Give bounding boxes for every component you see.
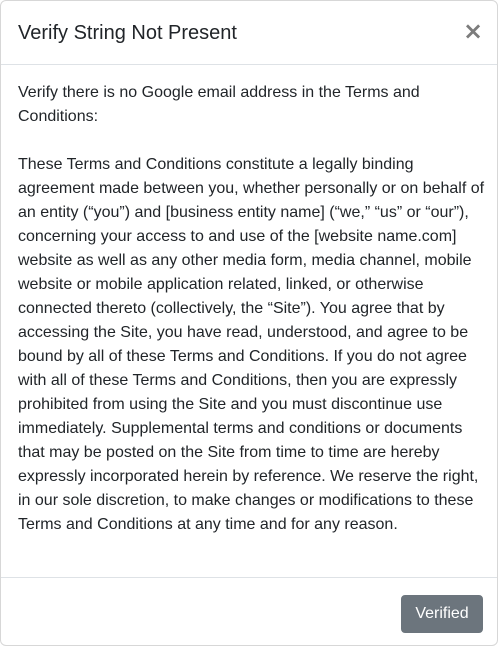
close-button[interactable]: × (462, 17, 484, 45)
instruction-text: Verify there is no Google email address … (18, 84, 420, 125)
modal-body: Verify there is no Google email address … (18, 81, 488, 537)
terms-and-conditions-text: These Terms and Conditions constitute a … (18, 156, 485, 533)
verified-button[interactable]: Verified (401, 595, 483, 633)
modal-header: Verify String Not Present × (1, 1, 497, 65)
close-icon: × (462, 17, 484, 45)
modal-footer: Verified (1, 577, 497, 645)
verify-string-modal: Verify String Not Present × Verify there… (0, 0, 498, 646)
modal-title: Verify String Not Present (18, 22, 237, 44)
